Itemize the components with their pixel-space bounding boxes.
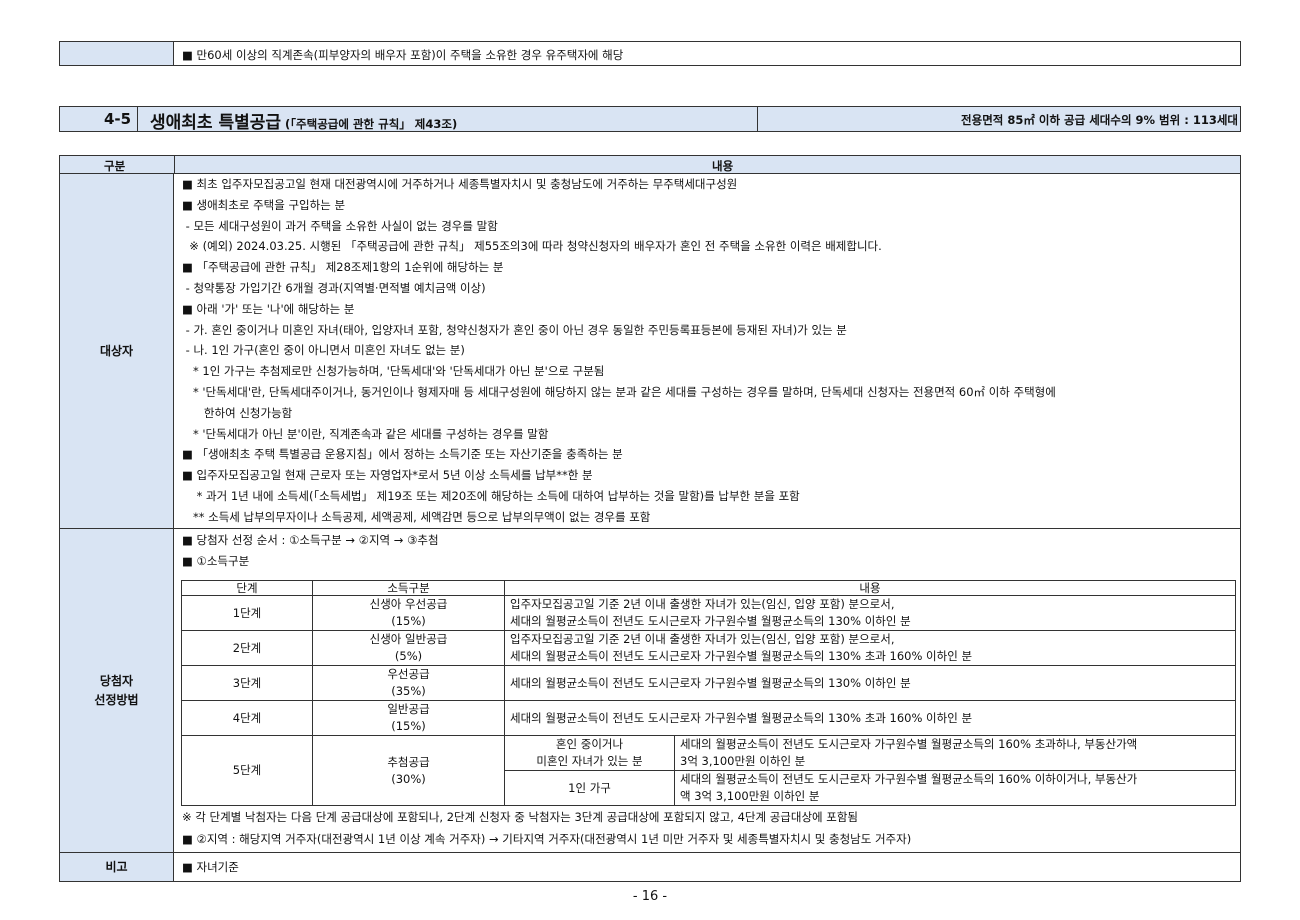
content-cell: 세대의 월평균소득이 전년도 도시근로자 가구원수별 월평균소득의 130% 이…	[504, 665, 1236, 701]
section-quota: 전용면적 85㎡ 이하 공급 세대수의 9% 범위 : 113세대	[961, 113, 1238, 127]
section-title: 생애최초 특별공급 (「주택공급에 관한 규칙」 제43조)	[150, 108, 457, 133]
type-pct: (15%)	[391, 614, 426, 628]
table-row: 5단계 추첨공급 (30%) 혼인 중이거나미혼인 자녀가 있는 분 세대의 월평…	[181, 735, 1236, 806]
eligibility-line: * '단독세대'란, 단독세대주이거나, 동거인이나 형제자매 등 세대구성원에…	[182, 385, 1056, 399]
selection-label: 당첨자선정방법	[60, 529, 174, 852]
top-row-text: ■ 만60세 이상의 직계존속(피부양자의 배우자 포함)이 주택을 소유한 경…	[182, 48, 624, 62]
eligibility-line: * '단독세대가 아닌 분'이란, 직계존속과 같은 세대를 구성하는 경우를 …	[182, 426, 549, 441]
type-pct: (30%)	[391, 771, 426, 786]
stage-cell: 2단계	[181, 630, 313, 666]
table-row: 2단계 신생아 일반공급 (5%) 입주자모집공고일 기준 2년 이내 출생한 자…	[181, 630, 1236, 666]
col-stage: 단계	[181, 580, 313, 596]
top-continuation-row: ■ 만60세 이상의 직계존속(피부양자의 배우자 포함)이 주택을 소유한 경…	[59, 41, 1241, 66]
section-reference: (「주택공급에 관한 규칙」 제43조)	[285, 117, 458, 131]
subgroup-cell: 1인 가구	[504, 770, 675, 806]
type-line: 일반공급	[387, 702, 430, 716]
content-line: 세대의 월평균소득이 전년도 도시근로자 가구원수별 월평균소득의 130% 이…	[510, 614, 911, 628]
eligibility-line: - 나. 1인 가구(혼인 중이 아니면서 미혼인 자녀도 없는 분)	[182, 343, 465, 358]
eligibility-line: - 청약통장 가입기간 6개월 경과(지역별·면적별 예치금액 이상)	[182, 281, 486, 295]
table-row: 4단계 일반공급 (15%) 세대의 월평균소득이 전년도 도시근로자 가구원수별…	[181, 700, 1236, 736]
eligibility-line: ■ 최초 입주자모집공고일 현재 대전광역시에 거주하거나 세종특별자치시 및 …	[182, 177, 738, 191]
header-content: 내용	[712, 159, 734, 173]
selection-label-line2: 선정방법	[94, 692, 139, 707]
content-cell: 세대의 월평균소득이 전년도 도시근로자 가구원수별 월평균소득의 130% 초…	[504, 700, 1236, 736]
col-type: 소득구분	[312, 580, 505, 596]
selection-order: ■ 당첨자 선정 순서 : ①소득구분 → ②지역 → ③추첨	[182, 533, 439, 547]
table-row: 3단계 우선공급 (35%) 세대의 월평균소득이 전년도 도시근로자 가구원수별…	[181, 665, 1236, 701]
content-cell: 세대의 월평균소득이 전년도 도시근로자 가구원수별 월평균소득의 160% 이…	[674, 770, 1236, 806]
eligibility-line: ※ (예외) 2024.03.25. 시행된 「주택공급에 관한 규칙」 제55…	[182, 239, 882, 254]
page-number: - 16 -	[632, 889, 668, 904]
selection-note: ※ 각 단계별 낙첨자는 다음 단계 공급대상에 포함되나, 2단계 신청자 중…	[182, 810, 859, 824]
content-cell: 입주자모집공고일 기준 2년 이내 출생한 자녀가 있는(임신, 입양 포함) …	[504, 630, 1236, 666]
type-line: 신생아 우선공급	[369, 597, 448, 611]
eligibility-line: ■ 「주택공급에 관한 규칙」 제28조제1항의 1순위에 해당하는 분	[182, 260, 504, 275]
stage-cell: 4단계	[181, 700, 313, 736]
table-row: 1단계 신생아 우선공급 (15%) 입주자모집공고일 기준 2년 이내 출생한 …	[181, 595, 1236, 631]
stage-cell: 1단계	[181, 595, 313, 631]
income-tier-table: 단계 소득구분 내용 1단계 신생아 우선공급 (15%) 입주자모집공고일 기준…	[181, 580, 1236, 806]
subgroup-line: 미혼인 자녀가 있는 분	[536, 754, 643, 768]
col-content: 내용	[504, 580, 1236, 596]
content-cell: 입주자모집공고일 기준 2년 이내 출생한 자녀가 있는(임신, 입양 포함) …	[504, 595, 1236, 631]
stage-cell: 5단계	[181, 735, 313, 806]
subgroup-cell: 혼인 중이거나미혼인 자녀가 있는 분	[504, 735, 675, 771]
remarks-label: 비고	[60, 853, 174, 881]
top-row-label-cell	[60, 42, 174, 65]
type-cell: 일반공급 (15%)	[312, 700, 505, 736]
header-label: 구분	[104, 159, 126, 173]
row-divider	[60, 852, 1240, 853]
subgroup-line: 혼인 중이거나	[555, 737, 624, 751]
section-title-bar: 생애최초 특별공급 (「주택공급에 관한 규칙」 제43조) 전용면적 85㎡ 이…	[137, 106, 1241, 133]
type-pct: (5%)	[394, 649, 423, 663]
eligibility-line: ■ 생애최초로 주택을 구입하는 분	[182, 197, 346, 212]
eligibility-line: - 가. 혼인 중이거나 미혼인 자녀(태아, 입양자녀 포함, 청약신청자가 …	[182, 322, 847, 337]
eligibility-line: * 과거 1년 내에 소득세(「소득세법」 제19조 또는 제20조에 해당하는…	[182, 489, 800, 503]
eligibility-line: ■ 「생애최초 주택 특별공급 운용지침」에서 정하는 소득기준 또는 자산기준…	[182, 447, 623, 462]
selection-region: ■ ②지역 : 해당지역 거주자(대전광역시 1년 이상 계속 거주자) → 기…	[182, 832, 912, 846]
type-pct: (35%)	[391, 684, 426, 698]
eligibility-line: 한하여 신청가능함	[182, 405, 293, 420]
type-cell: 추첨공급 (30%)	[312, 735, 505, 806]
type-pct: (15%)	[391, 719, 426, 733]
content-line: 3억 3,100만원 이하인 분	[680, 754, 806, 768]
eligibility-line: ** 소득세 납부의무자이나 소득공제, 세액공제, 세액감면 등으로 납부의무…	[182, 509, 651, 524]
income-heading: ■ ①소득구분	[182, 554, 250, 568]
row-divider	[60, 528, 1240, 529]
section-title-text: 생애최초 특별공급	[150, 113, 282, 133]
stage-cell: 3단계	[181, 665, 313, 701]
eligibility-label: 대상자	[60, 174, 174, 528]
content-line: 세대의 월평균소득이 전년도 도시근로자 가구원수별 월평균소득의 160% 이…	[680, 772, 1138, 786]
eligibility-line: ■ 아래 '가' 또는 '나'에 해당하는 분	[182, 301, 355, 316]
type-line: 우선공급	[387, 667, 430, 681]
content-line: 입주자모집공고일 기준 2년 이내 출생한 자녀가 있는(임신, 입양 포함) …	[510, 632, 895, 646]
eligibility-line: ■ 입주자모집공고일 현재 근로자 또는 자영업자*로서 5년 이상 소득세를 …	[182, 468, 593, 483]
eligibility-line: - 모든 세대구성원이 과거 주택을 소유한 사실이 없는 경우를 말함	[182, 218, 498, 233]
content-line: 세대의 월평균소득이 전년도 도시근로자 가구원수별 월평균소득의 130% 초…	[510, 649, 973, 663]
type-cell: 신생아 일반공급 (5%)	[312, 630, 505, 666]
content-line: 액 3억 3,100만원 이하인 분	[680, 789, 820, 803]
income-table-header: 단계 소득구분 내용	[181, 580, 1236, 596]
title-divider	[757, 107, 758, 131]
type-line: 추첨공급	[387, 754, 430, 769]
type-cell: 우선공급 (35%)	[312, 665, 505, 701]
remarks-text: ■ 자녀기준	[182, 860, 239, 874]
content-line: 입주자모집공고일 기준 2년 이내 출생한 자녀가 있는(임신, 입양 포함) …	[510, 597, 895, 611]
type-line: 신생아 일반공급	[369, 632, 448, 646]
content-cell: 세대의 월평균소득이 전년도 도시근로자 가구원수별 월평균소득의 160% 초…	[674, 735, 1236, 771]
eligibility-line: * 1인 가구는 추첨제로만 신청가능하며, '단독세대'와 '단독세대가 아닌…	[182, 364, 605, 379]
selection-label-line1: 당첨자	[99, 673, 134, 688]
main-table-header: 구분 내용	[60, 156, 1240, 174]
content-line: 세대의 월평균소득이 전년도 도시근로자 가구원수별 월평균소득의 160% 초…	[680, 737, 1138, 751]
type-cell: 신생아 우선공급 (15%)	[312, 595, 505, 631]
